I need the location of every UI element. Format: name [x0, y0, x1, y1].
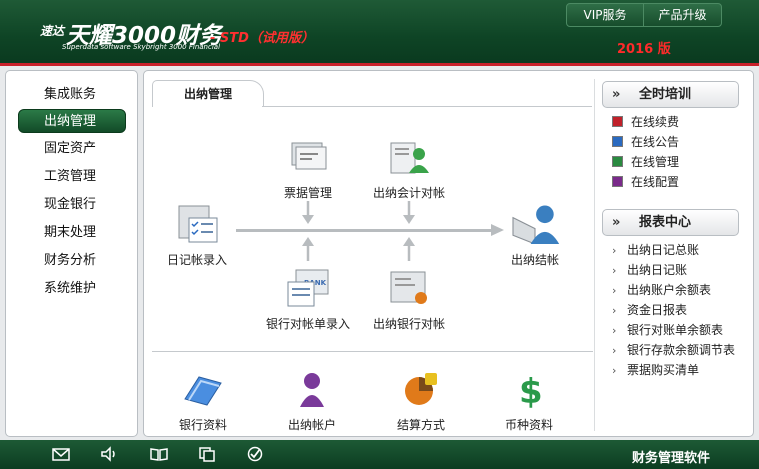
journal-icon	[178, 205, 218, 243]
cashier-closing-label: 出纳结帐	[510, 253, 559, 267]
bill-management-label: 票据管理	[283, 186, 332, 200]
settlement-method-button[interactable]: 结算方式	[376, 369, 466, 433]
online-notice-link[interactable]: 在线公告	[612, 133, 679, 151]
panel-divider	[594, 79, 595, 431]
sidebar-item-fixed-assets[interactable]: 固定资产	[18, 137, 126, 161]
report-center-title: 报表中心	[639, 215, 692, 230]
cashier-bank-reconcile-label: 出纳银行对帐	[372, 317, 445, 331]
logo-prefix: 速达	[40, 24, 65, 38]
report-label: 票据购买清单	[627, 363, 700, 377]
chevron-right-icon: ›	[612, 284, 617, 297]
currency-info-button[interactable]: $ 币种资料	[484, 369, 574, 433]
book-icon[interactable]	[150, 446, 168, 462]
report-label: 资金日报表	[627, 303, 688, 317]
report-link[interactable]: › 出纳账户余额表	[612, 281, 711, 299]
dollar-icon: $	[519, 372, 543, 412]
chevron-right-icon: ›	[612, 344, 617, 357]
report-center-header[interactable]: » 报表中心	[602, 209, 739, 236]
journal-entry-button[interactable]: 日记帐录入	[152, 204, 242, 268]
chevron-right-icon: ›	[612, 304, 617, 317]
online-notice-label: 在线公告	[631, 135, 680, 149]
sidebar-item-analysis[interactable]: 财务分析	[18, 249, 126, 273]
logo-subtitle: Superdata software Skybright 3000 Financ…	[62, 43, 221, 51]
book-icon	[612, 156, 623, 167]
cashier-closing-button[interactable]: 出纳结帐	[490, 200, 580, 268]
bank-reconcile-icon	[390, 271, 427, 304]
cashier-bank-reconcile-button[interactable]: 出纳银行对帐	[364, 268, 454, 332]
mail-icon[interactable]	[52, 446, 70, 462]
cashier-accounting-reconcile-button[interactable]: 出纳会计对帐	[364, 137, 454, 201]
logo-edition: - STD（试用版）	[210, 31, 314, 46]
closing-person-icon	[512, 205, 560, 245]
sidebar-item-period-end[interactable]: 期末处理	[18, 221, 126, 245]
sidebar-item-payroll[interactable]: 工资管理	[18, 165, 126, 189]
product-upgrade-button[interactable]: 产品升级	[644, 4, 721, 26]
bank-info-label: 银行资料	[178, 418, 227, 432]
journal-entry-label: 日记帐录入	[166, 253, 227, 267]
main-panel: 出纳管理 票据管理 出纳会计对帐 日记帐录入 出纳结帐 BANK 银行对帐单录入…	[143, 70, 754, 437]
version-year: 2016 版	[617, 42, 671, 57]
online-manage-link[interactable]: 在线管理	[612, 153, 679, 171]
cashier-account-button[interactable]: 出纳帐户	[267, 369, 357, 433]
bank-info-button[interactable]: 银行资料	[158, 369, 248, 433]
vip-service-button[interactable]: VIP服务	[567, 4, 644, 26]
user-icon	[300, 373, 324, 407]
reconcile-person-icon	[390, 142, 429, 174]
book-icon	[612, 176, 623, 187]
report-link[interactable]: › 出纳日记账	[612, 261, 687, 279]
copy-icon[interactable]	[198, 446, 216, 462]
speaker-icon[interactable]	[100, 446, 118, 462]
folder-icon	[184, 376, 222, 406]
footer-title: 财务管理软件	[632, 451, 711, 466]
double-chevron-icon: »	[612, 87, 621, 102]
status-bar: 财务管理软件	[0, 440, 759, 469]
chevron-right-icon: ›	[612, 264, 617, 277]
report-label: 出纳日记账	[627, 263, 688, 277]
online-config-label: 在线配置	[631, 175, 680, 189]
pie-chart-icon	[405, 373, 437, 405]
online-renewal-link[interactable]: 在线续费	[612, 113, 679, 131]
cashier-accounting-reconcile-label: 出纳会计对帐	[372, 186, 445, 200]
chevron-right-icon: ›	[612, 244, 617, 257]
training-title: 全时培训	[639, 87, 692, 102]
currency-info-label: 币种资料	[504, 418, 553, 432]
book-icon	[612, 116, 623, 127]
report-link[interactable]: › 资金日报表	[612, 301, 687, 319]
chevron-right-icon: ›	[612, 364, 617, 377]
report-label: 银行存款余额调节表	[627, 343, 736, 357]
sidebar: 集成账务 出纳管理 固定资产 工资管理 现金银行 期末处理 财务分析 系统维护	[5, 70, 138, 437]
book-icon	[612, 136, 623, 147]
report-link[interactable]: › 票据购买清单	[612, 361, 699, 379]
top-menu: VIP服务 产品升级	[566, 3, 722, 27]
cashier-account-label: 出纳帐户	[287, 418, 336, 432]
bill-icon	[291, 142, 327, 170]
svg-text:$: $	[519, 372, 543, 409]
bank-statement-entry-button[interactable]: BANK 银行对帐单录入	[258, 268, 358, 332]
sidebar-item-cashier[interactable]: 出纳管理	[18, 109, 126, 133]
report-link[interactable]: › 银行存款余额调节表	[612, 341, 735, 359]
training-header[interactable]: » 全时培训	[602, 81, 739, 108]
report-label: 出纳账户余额表	[627, 283, 712, 297]
sidebar-item-system[interactable]: 系统维护	[18, 277, 126, 301]
app-header: 速达 天耀3000财务 - STD（试用版） Superdata softwar…	[0, 0, 759, 66]
check-icon[interactable]	[246, 446, 264, 462]
chevron-right-icon: ›	[612, 324, 617, 337]
online-manage-label: 在线管理	[631, 155, 680, 169]
report-label: 银行对账单余额表	[627, 323, 724, 337]
online-renewal-label: 在线续费	[631, 115, 680, 129]
sidebar-item-cash-bank[interactable]: 现金银行	[18, 193, 126, 217]
report-link[interactable]: › 银行对账单余额表	[612, 321, 723, 339]
bank-statement-icon: BANK	[287, 269, 329, 307]
bank-statement-entry-label: 银行对帐单录入	[265, 317, 350, 331]
settlement-method-label: 结算方式	[396, 418, 445, 432]
double-chevron-icon: »	[612, 215, 621, 230]
report-link[interactable]: › 出纳日记总账	[612, 241, 699, 259]
bottom-divider	[152, 351, 593, 352]
report-label: 出纳日记总账	[627, 243, 700, 257]
online-config-link[interactable]: 在线配置	[612, 173, 679, 191]
bill-management-button[interactable]: 票据管理	[263, 137, 353, 201]
sidebar-item-general-ledger[interactable]: 集成账务	[18, 83, 126, 107]
